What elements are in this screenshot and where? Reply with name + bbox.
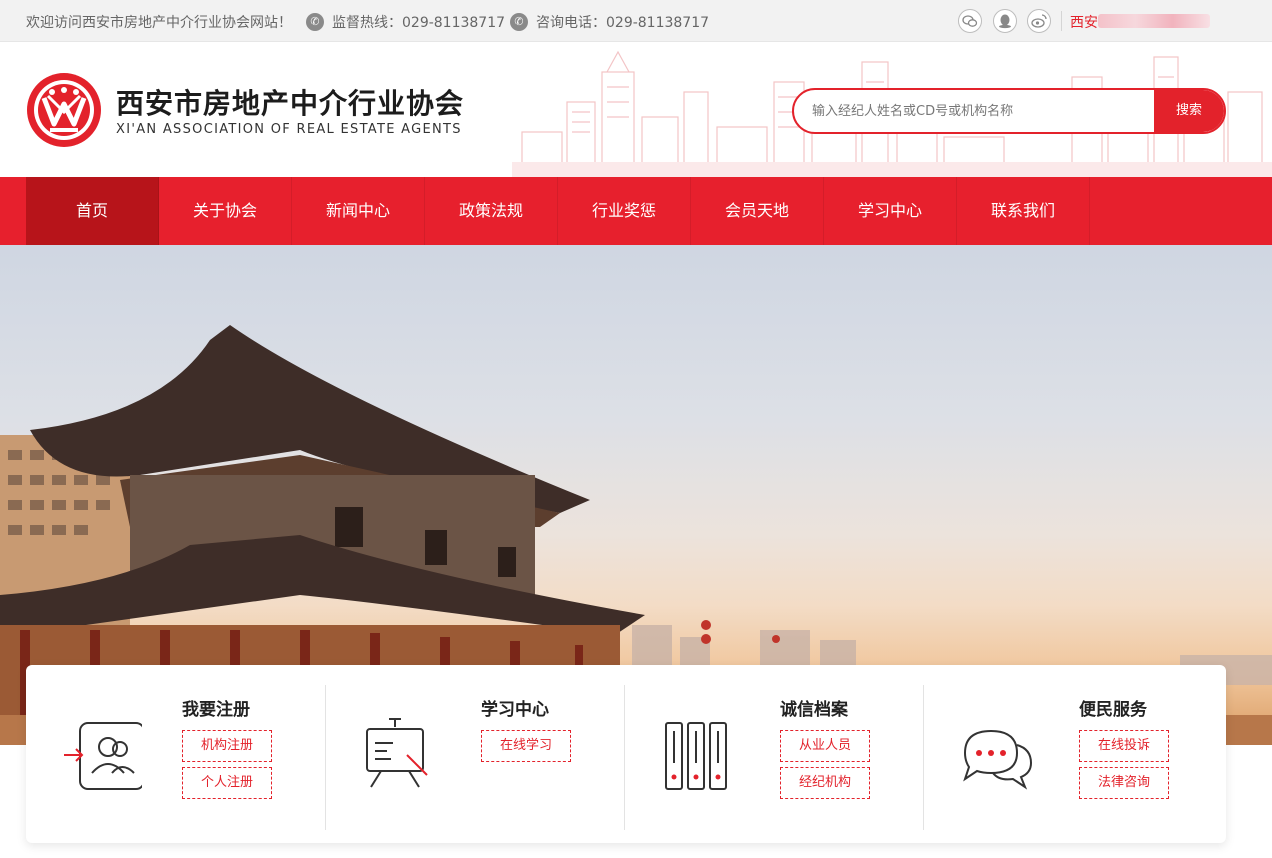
practitioners-link[interactable]: 从业人员	[780, 730, 870, 762]
legal-consult-link[interactable]: 法律咨询	[1079, 767, 1169, 799]
online-learning-link[interactable]: 在线学习	[481, 730, 571, 762]
search-input[interactable]	[812, 90, 1152, 132]
service-title: 诚信档案	[780, 700, 848, 720]
chat-bubbles-icon	[963, 729, 1033, 790]
topbar-divider	[1061, 11, 1062, 31]
easel-board-icon	[366, 718, 428, 788]
search-button[interactable]: 搜索	[1154, 90, 1224, 132]
service-divider	[325, 685, 326, 830]
nav-item-about[interactable]: 关于协会	[159, 177, 292, 245]
nav-item-home[interactable]: 首页	[26, 177, 159, 245]
supervision-hotline: ✆ 监督热线：029-81138717	[306, 12, 505, 32]
city-link[interactable]: 西安	[1070, 12, 1098, 32]
main-nav: 首页 关于协会 新闻中心 政策法规 行业奖惩 会员天地 学习中心 联系我们	[0, 177, 1272, 245]
consult-phone-text: 咨询电话：029-81138717	[536, 15, 710, 31]
service-learning: 学习中心 在线学习	[325, 665, 624, 843]
nav-item-contact[interactable]: 联系我们	[957, 177, 1090, 245]
nav-item-members[interactable]: 会员天地	[691, 177, 824, 245]
supervision-hotline-text: 监督热线：029-81138717	[332, 15, 506, 31]
service-register: 我要注册 机构注册 个人注册	[26, 665, 325, 843]
association-logo	[27, 73, 101, 147]
service-title: 我要注册	[182, 700, 250, 720]
nav-item-news[interactable]: 新闻中心	[292, 177, 425, 245]
qq-icon[interactable]	[993, 9, 1017, 33]
nav-item-policy[interactable]: 政策法规	[425, 177, 558, 245]
weibo-icon[interactable]	[1027, 9, 1051, 33]
service-title: 便民服务	[1079, 700, 1147, 720]
online-complaint-link[interactable]: 在线投诉	[1079, 730, 1169, 762]
agencies-link[interactable]: 经纪机构	[780, 767, 870, 799]
org-name-cn: 西安市房地产中介行业协会	[116, 87, 465, 120]
phone-icon: ✆	[306, 13, 324, 31]
wechat-icon[interactable]	[958, 9, 982, 33]
quick-services-panel: 我要注册 机构注册 个人注册 学习中心 在线学习 诚信档案 从业人员 经纪机构	[26, 665, 1226, 843]
service-title: 学习中心	[481, 700, 549, 720]
phone-icon: ✆	[510, 13, 528, 31]
org-name-en: XI'AN ASSOCIATION OF REAL ESTATE AGENTS	[116, 122, 462, 137]
welcome-text: 欢迎访问西安市房地产中介行业协会网站！	[26, 15, 292, 31]
consult-phone: ✆ 咨询电话：029-81138717	[510, 12, 709, 32]
archive-binders-icon	[665, 722, 727, 790]
service-credit: 诚信档案 从业人员 经纪机构	[624, 665, 923, 843]
top-bar: 欢迎访问西安市房地产中介行业协会网站！ ✆ 监督热线：029-81138717 …	[0, 0, 1272, 42]
city-blurred-text	[1098, 14, 1210, 28]
org-register-link[interactable]: 机构注册	[182, 730, 272, 762]
register-user-icon	[64, 722, 142, 790]
personal-register-link[interactable]: 个人注册	[182, 767, 272, 799]
search-box: 搜索	[792, 88, 1226, 134]
service-divider	[923, 685, 924, 830]
site-header: 西安市房地产中介行业协会 XI'AN ASSOCIATION OF REAL E…	[0, 42, 1272, 177]
service-divider	[624, 685, 625, 830]
service-convenience: 便民服务 在线投诉 法律咨询	[923, 665, 1222, 843]
nav-item-awards[interactable]: 行业奖惩	[558, 177, 691, 245]
nav-item-learning[interactable]: 学习中心	[824, 177, 957, 245]
